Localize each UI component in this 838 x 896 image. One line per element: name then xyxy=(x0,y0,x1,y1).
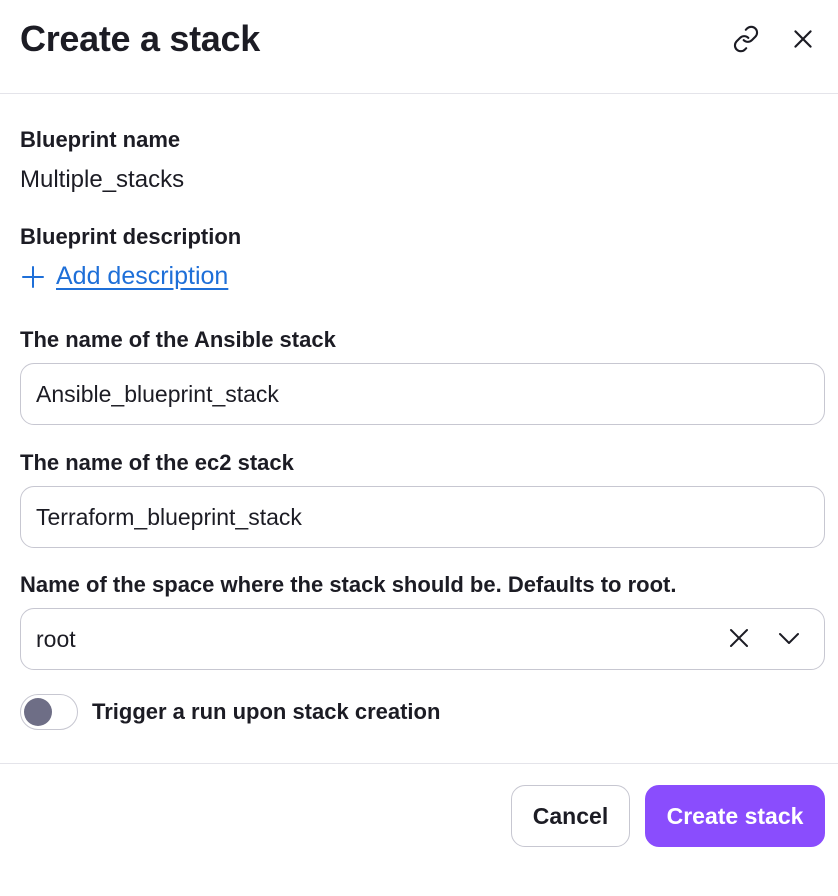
blueprint-name-label: Blueprint name xyxy=(20,127,181,152)
ec2-stack-value: Terraform_blueprint_stack xyxy=(36,503,302,530)
dialog-header: Create a stack xyxy=(0,0,838,94)
link-icon xyxy=(732,25,760,58)
plus-icon xyxy=(20,264,46,290)
space-select[interactable]: root xyxy=(20,608,825,670)
ansible-stack-input[interactable]: Ansible_blueprint_stack xyxy=(20,363,825,425)
clear-selection-button[interactable] xyxy=(722,623,756,657)
add-description-link[interactable]: Add description xyxy=(20,262,228,291)
toggle-knob xyxy=(24,698,52,726)
dialog-title: Create a stack xyxy=(20,18,260,59)
blueprint-name-value: Multiple_stacks xyxy=(20,166,185,193)
space-dropdown-toggle[interactable] xyxy=(772,623,806,657)
ec2-stack-input[interactable]: Terraform_blueprint_stack xyxy=(20,486,825,548)
add-description-label: Add description xyxy=(56,262,229,290)
blueprint-description-label: Blueprint description xyxy=(20,224,242,249)
trigger-run-label: Trigger a run upon stack creation xyxy=(92,699,441,724)
close-button[interactable] xyxy=(786,24,820,58)
ansible-stack-label: The name of the Ansible stack xyxy=(20,327,336,352)
cancel-button[interactable]: Cancel xyxy=(511,785,630,847)
ec2-stack-label: The name of the ec2 stack xyxy=(20,450,294,475)
clear-icon xyxy=(727,626,751,655)
trigger-run-toggle[interactable] xyxy=(20,694,78,730)
create-stack-button[interactable]: Create stack xyxy=(645,785,825,847)
space-label: Name of the space where the stack should… xyxy=(20,572,677,597)
space-value: root xyxy=(36,625,76,652)
copy-link-button[interactable] xyxy=(729,24,763,58)
ansible-stack-value: Ansible_blueprint_stack xyxy=(36,380,279,407)
close-icon xyxy=(790,26,816,57)
chevron-down-icon xyxy=(777,626,801,655)
